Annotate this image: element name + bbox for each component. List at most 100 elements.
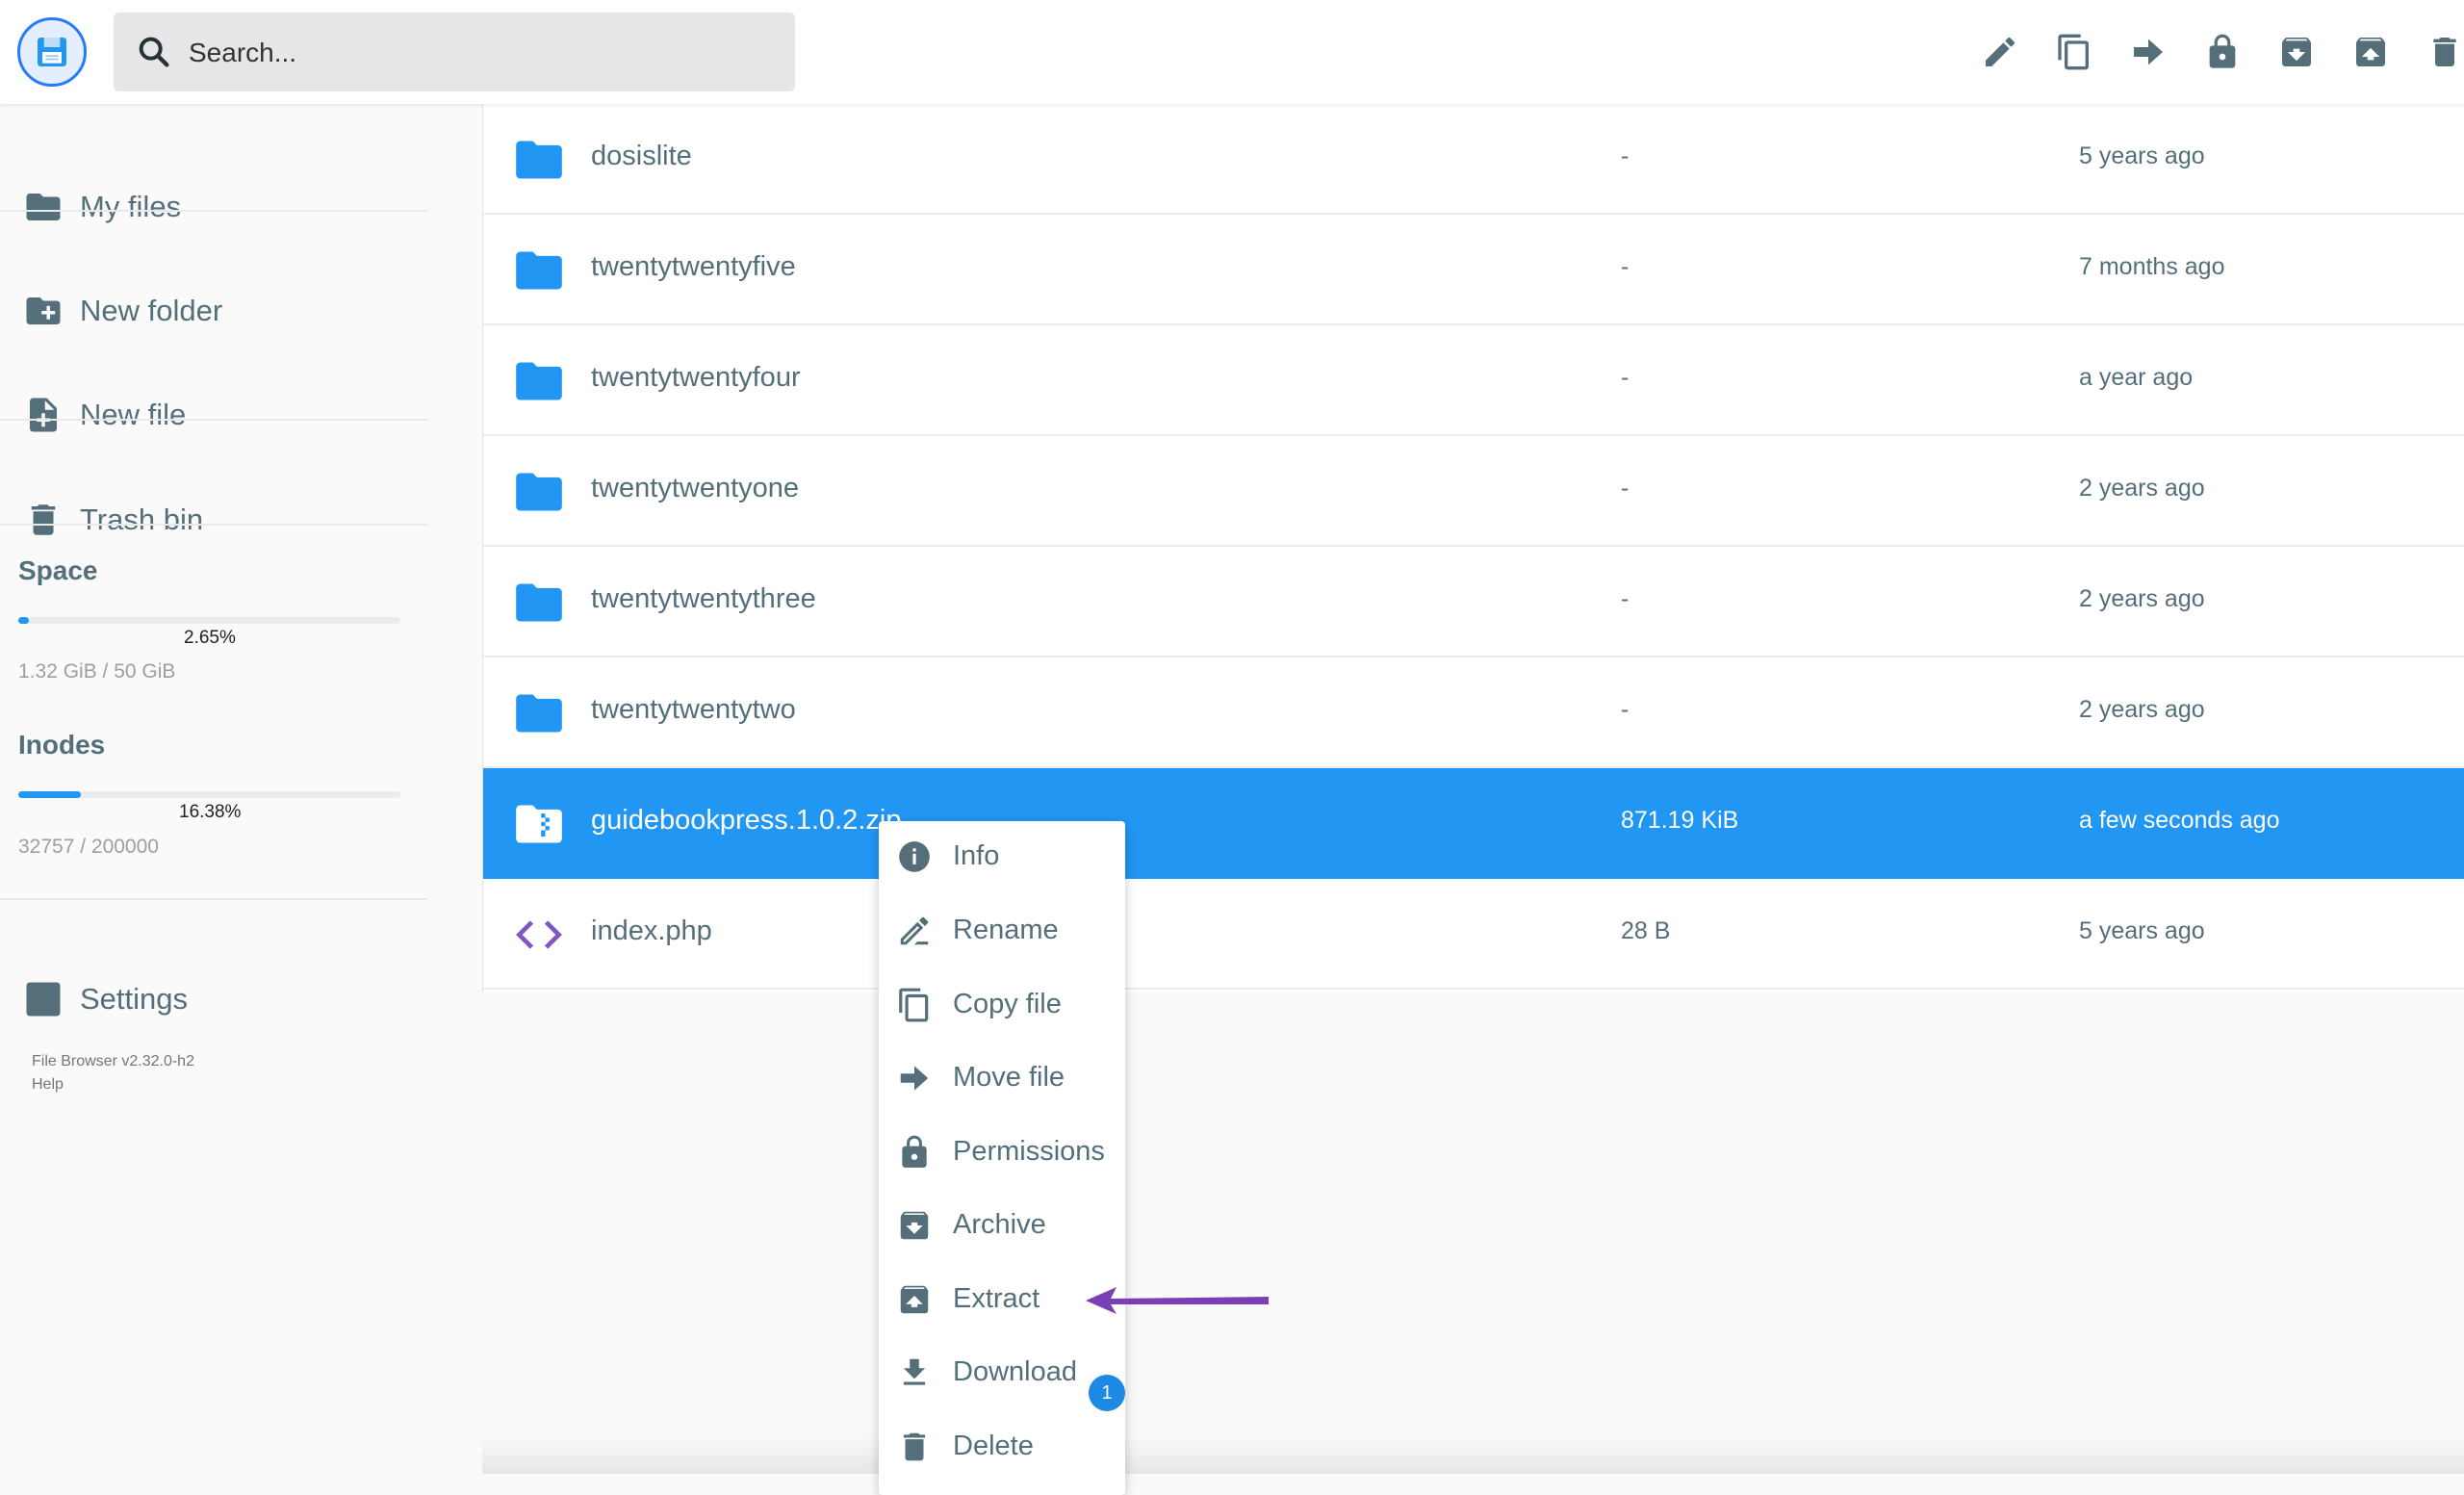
search-input[interactable] [187,13,778,93]
archive-icon [900,1211,929,1240]
folder-icon [516,694,562,733]
file-name: twentytwentyfour [591,362,801,393]
file-row[interactable]: twentytwentytwo - 2 years ago [483,657,2464,768]
file-row[interactable]: dosislite - 5 years ago [483,104,2464,215]
search-icon [139,37,169,67]
file-row[interactable]: twentytwentyfour - a year ago [483,325,2464,436]
download-icon [903,1358,926,1385]
folder-icon [516,141,562,179]
arrow-right-icon [900,1066,929,1091]
trash-icon [903,1432,926,1461]
divider [0,419,427,421]
menu-item-label: Rename [953,915,1059,945]
sidebar-item-new-file[interactable]: New file [0,367,427,463]
menu-item-label: Permissions [953,1136,1105,1167]
file-size: - [1621,475,1630,502]
file-row[interactable]: index.php 28 B 5 years ago [483,879,2464,990]
archive-button[interactable] [2273,29,2320,75]
file-listing: dosislite - 5 years ago twentytwentyfive… [482,104,2464,992]
file-size: - [1621,364,1630,391]
delete-button[interactable] [2422,29,2464,75]
file-row[interactable]: twentytwentyone - 2 years ago [483,436,2464,547]
sidebar-item-label: Trash bin [80,503,204,536]
menu-item-label: Info [953,840,1000,871]
menu-item-label: Extract [953,1283,1040,1314]
folder-icon [516,251,562,290]
inodes-progress-bar [18,791,400,798]
menu-item-info[interactable]: Info [879,821,1125,890]
sidebar-item-trash-bin[interactable]: Trash bin [0,472,427,568]
gear-icon [26,982,61,1017]
floppy-disk-icon [38,38,66,66]
space-title: Space [18,555,98,585]
rename-button[interactable] [1977,29,2023,75]
move-button[interactable] [2125,29,2171,75]
space-progress-fill [18,617,29,624]
bottom-shadow [482,1434,2464,1474]
version-text: File Browser v2.32.0-h2 [32,1053,194,1070]
file-name: twentytwentytwo [591,694,796,725]
divider [0,898,427,900]
sidebar: My files New folder New file Trash bin S… [0,104,427,1474]
file-size: - [1621,585,1630,612]
lock-icon [902,1135,927,1168]
header [0,0,2464,104]
menu-item-rename[interactable]: Rename [879,895,1125,965]
file-modified: 2 years ago [2079,696,2205,723]
space-usage: 1.32 GiB / 50 GiB [18,660,176,683]
file-name: dosislite [591,141,692,171]
copy-icon [899,988,929,1022]
folder-icon [26,193,61,220]
info-icon [899,841,930,872]
copy-button[interactable] [2051,29,2097,75]
permissions-button[interactable] [2199,29,2246,75]
sidebar-item-my-files[interactable]: My files [0,159,427,255]
inodes-title: Inodes [18,730,106,760]
file-modified: a few seconds ago [2079,807,2280,834]
pencil-icon [1986,37,2015,66]
app-logo[interactable] [17,17,87,87]
sidebar-item-label: Settings [80,982,189,1016]
help-link[interactable]: Help [32,1076,64,1094]
menu-item-move-file[interactable]: Move file [879,1043,1125,1112]
divider [0,210,427,212]
download-count-badge: 1 [1089,1375,1125,1411]
folder-icon [516,362,562,400]
file-row[interactable]: twentytwentythree - 2 years ago [483,547,2464,657]
menu-item-label: Delete [953,1431,1034,1461]
menu-item-archive[interactable]: Archive [879,1190,1125,1259]
zip-file-icon [516,805,562,843]
space-progress-bar [18,617,400,624]
file-row[interactable]: twentytwentyfive - 7 months ago [483,215,2464,325]
unarchive-icon [2356,37,2385,66]
sidebar-item-settings[interactable]: Settings [0,951,427,1047]
folder-plus-icon [26,297,61,324]
inodes-progress-fill [18,791,82,798]
file-name: twentytwentythree [591,583,816,614]
file-row-selected[interactable]: guidebookpress.1.0.2.zip 871.19 KiB a fe… [483,768,2464,879]
file-size: 871.19 KiB [1621,807,1739,834]
sidebar-item-label: New folder [80,294,223,327]
sidebar-item-new-folder[interactable]: New folder [0,263,427,359]
file-size: - [1621,253,1630,280]
copy-icon [2058,34,2089,70]
space-percent: 2.65% [184,628,236,648]
sidebar-item-label: New file [80,398,187,431]
menu-item-copy-file[interactable]: Copy file [879,969,1125,1039]
menu-item-label: Archive [953,1209,1046,1240]
trash-icon [31,504,56,535]
file-size: - [1621,142,1630,169]
code-icon [516,920,562,949]
annotation-arrow [1086,1287,1269,1314]
menu-item-delete[interactable]: Delete [879,1411,1125,1481]
file-name: twentytwentyone [591,473,800,503]
file-modified: a year ago [2079,364,2194,391]
sidebar-item-label: My files [80,190,182,223]
unarchive-button[interactable] [2348,29,2394,75]
archive-icon [2282,37,2311,66]
inodes-usage: 32757 / 200000 [18,836,159,858]
folder-icon [516,583,562,622]
file-size: 28 B [1621,917,1671,944]
menu-item-permissions[interactable]: Permissions [879,1117,1125,1186]
search-box[interactable] [114,13,795,93]
